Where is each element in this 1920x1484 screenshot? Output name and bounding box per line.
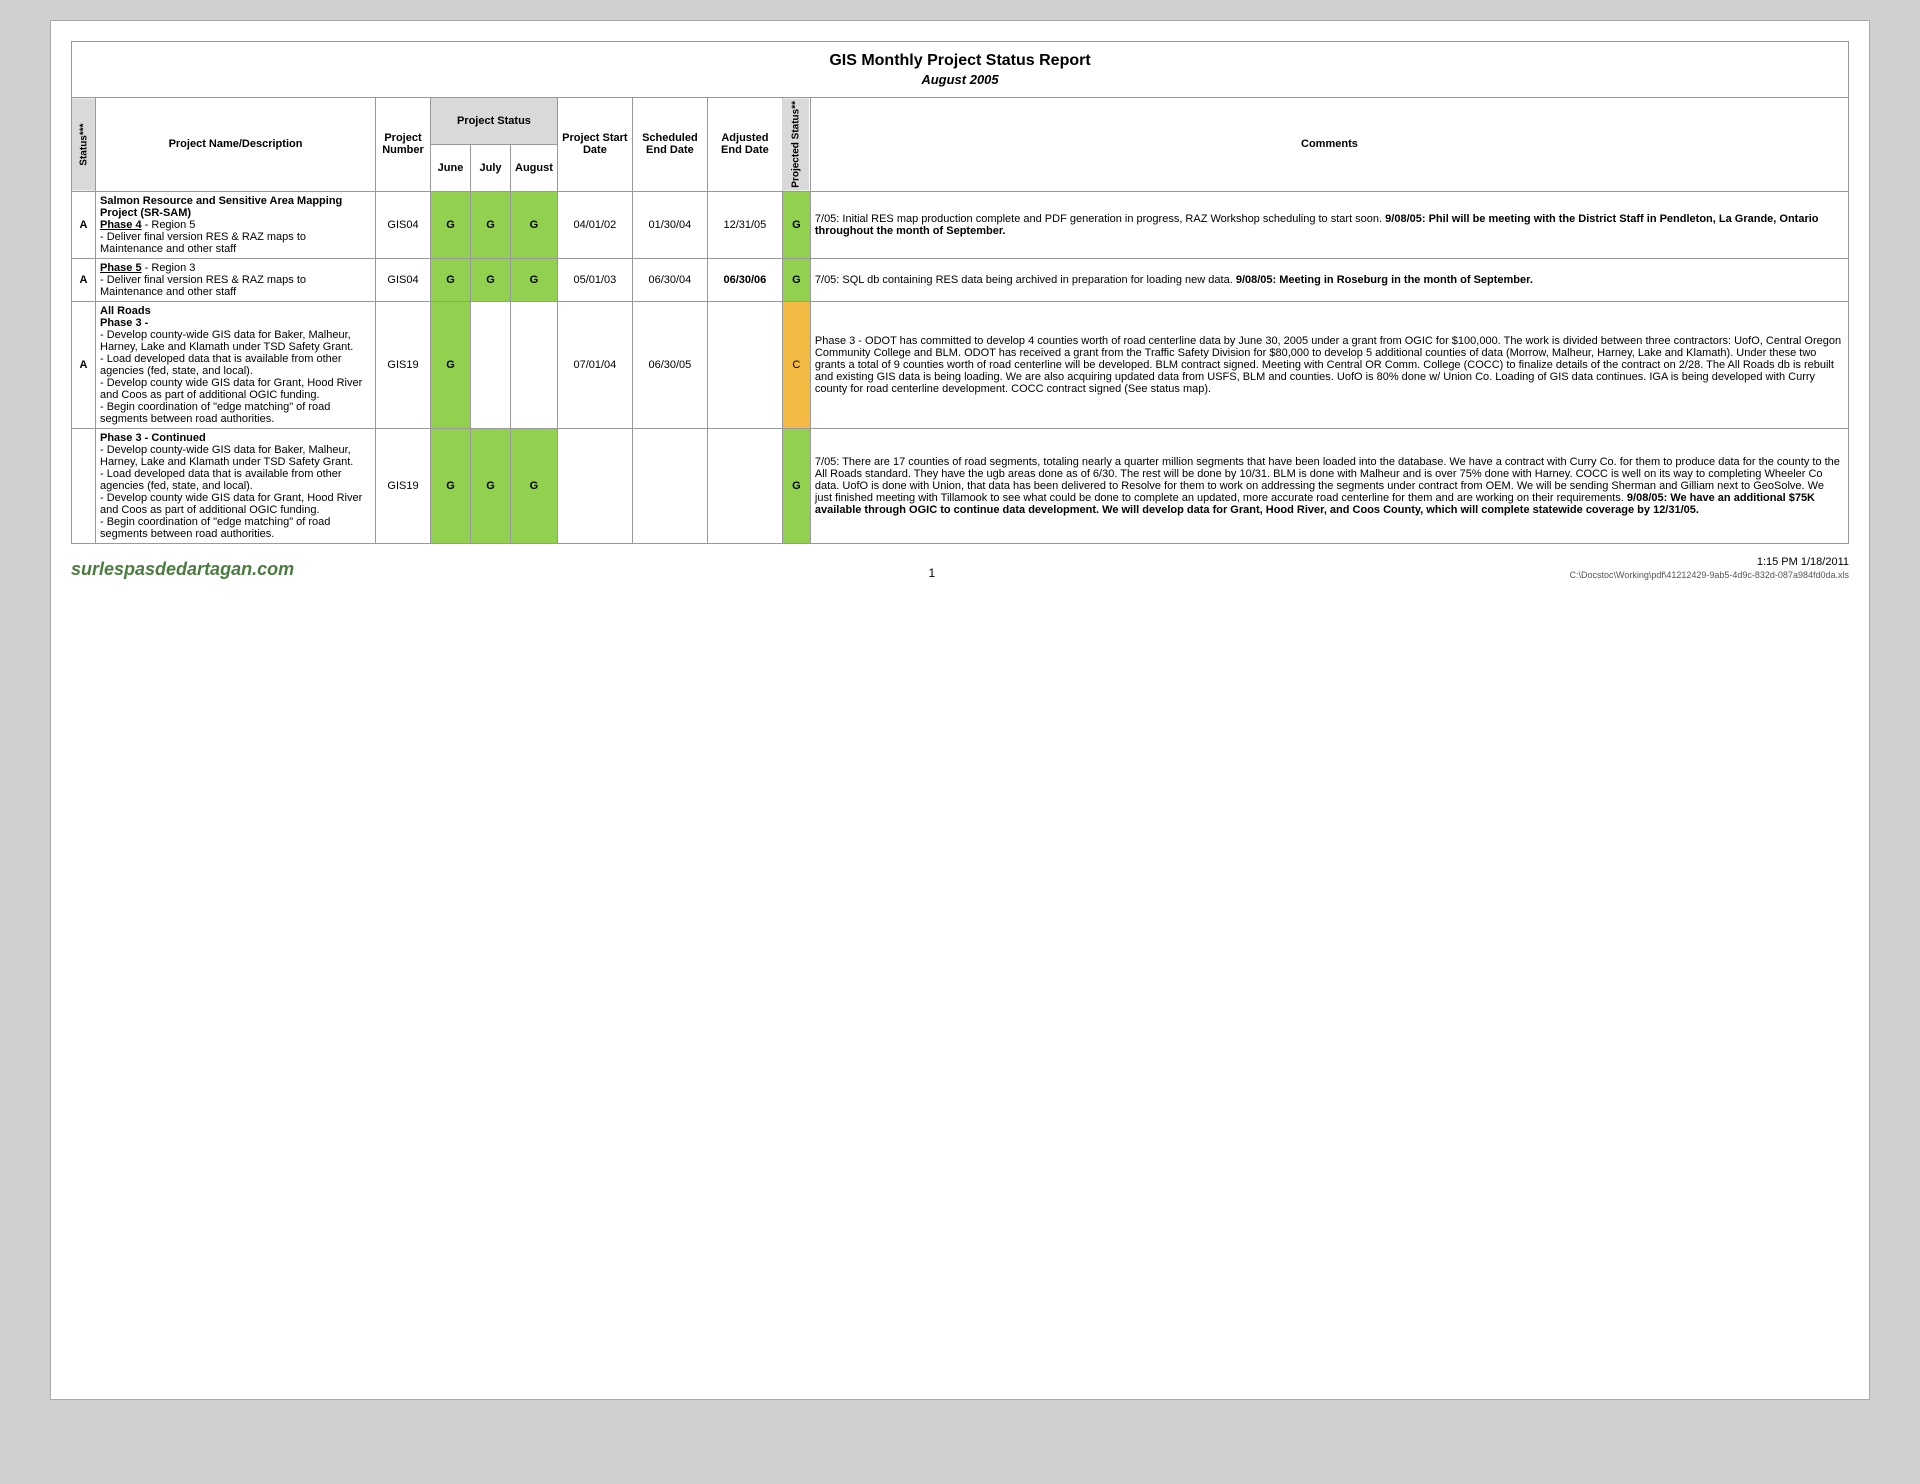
report-title: GIS Monthly Project Status Report: [76, 46, 1844, 72]
row4-proj-status: G: [782, 428, 810, 543]
row3-proj-num: GIS19: [376, 301, 431, 428]
project-number-header: Project Number: [376, 98, 431, 192]
row1-june: G: [431, 191, 471, 258]
row4-sched-end: [632, 428, 707, 543]
row2-adj-end: 06/30/06: [707, 258, 782, 301]
row2-sched-end: 06/30/04: [632, 258, 707, 301]
row3-status: A: [72, 301, 96, 428]
row3-sched-end: 06/30/05: [632, 301, 707, 428]
adjusted-end-header: Adjusted End Date: [707, 98, 782, 192]
table-row: A All Roads Phase 3 - - Develop county-w…: [72, 301, 1849, 428]
row3-comments: Phase 3 - ODOT has committed to develop …: [810, 301, 1848, 428]
row2-comments: 7/05: SQL db containing RES data being a…: [810, 258, 1848, 301]
row3-adj-end: [707, 301, 782, 428]
row3-project-name: All Roads Phase 3 - - Develop county-wid…: [96, 301, 376, 428]
row4-comments: 7/05: There are 17 counties of road segm…: [810, 428, 1848, 543]
row4-adj-end: [707, 428, 782, 543]
row3-june: G: [431, 301, 471, 428]
row2-proj-num: GIS04: [376, 258, 431, 301]
project-status-header: Project Status: [431, 98, 558, 145]
row4-july: G: [471, 428, 511, 543]
row1-status: A: [72, 191, 96, 258]
footer-right: 1:15 PM 1/18/2011 C:\Docstoc\Working\pdf…: [1569, 556, 1849, 580]
table-row: Phase 3 - Continued - Develop county-wid…: [72, 428, 1849, 543]
row3-start: 07/01/04: [557, 301, 632, 428]
report-subtitle: August 2005: [76, 72, 1844, 93]
row1-proj-status: G: [782, 191, 810, 258]
row1-project-name: Salmon Resource and Sensitive Area Mappi…: [96, 191, 376, 258]
row1-comments: 7/05: Initial RES map production complet…: [810, 191, 1848, 258]
row3-august: [511, 301, 558, 428]
row4-proj-num: GIS19: [376, 428, 431, 543]
table-row: A Phase 5 - Region 3 - Deliver final ver…: [72, 258, 1849, 301]
july-header: July: [471, 144, 511, 191]
row2-july: G: [471, 258, 511, 301]
row1-proj-num: GIS04: [376, 191, 431, 258]
row4-start: [557, 428, 632, 543]
footer: surlespasdedartagan.com 1 1:15 PM 1/18/2…: [71, 556, 1849, 580]
row1-july: G: [471, 191, 511, 258]
row2-proj-status: G: [782, 258, 810, 301]
project-name-header: Project Name/Description: [96, 98, 376, 192]
start-date-header: Project Start Date: [557, 98, 632, 192]
row4-status: [72, 428, 96, 543]
row2-start: 05/01/03: [557, 258, 632, 301]
row1-adj-end: 12/31/05: [707, 191, 782, 258]
row4-june: G: [431, 428, 471, 543]
scheduled-end-header: Scheduled End Date: [632, 98, 707, 192]
projected-status-header: Projected Status**: [782, 98, 810, 192]
table-row: A Salmon Resource and Sensitive Area Map…: [72, 191, 1849, 258]
row4-august: G: [511, 428, 558, 543]
row1-start: 04/01/02: [557, 191, 632, 258]
comments-header: Comments: [810, 98, 1848, 192]
row3-july: [471, 301, 511, 428]
august-header: August: [511, 144, 558, 191]
june-header: June: [431, 144, 471, 191]
page: GIS Monthly Project Status Report August…: [50, 20, 1870, 1400]
row2-august: G: [511, 258, 558, 301]
row2-status: A: [72, 258, 96, 301]
row2-project-name: Phase 5 - Region 3 - Deliver final versi…: [96, 258, 376, 301]
status-header: Status***: [72, 98, 96, 192]
row3-proj-status: C: [782, 301, 810, 428]
report-table: GIS Monthly Project Status Report August…: [71, 41, 1849, 544]
row2-june: G: [431, 258, 471, 301]
row4-project-name: Phase 3 - Continued - Develop county-wid…: [96, 428, 376, 543]
row1-august: G: [511, 191, 558, 258]
footer-logo: surlespasdedartagan.com: [71, 559, 294, 580]
footer-page: 1: [928, 566, 935, 580]
row1-sched-end: 01/30/04: [632, 191, 707, 258]
